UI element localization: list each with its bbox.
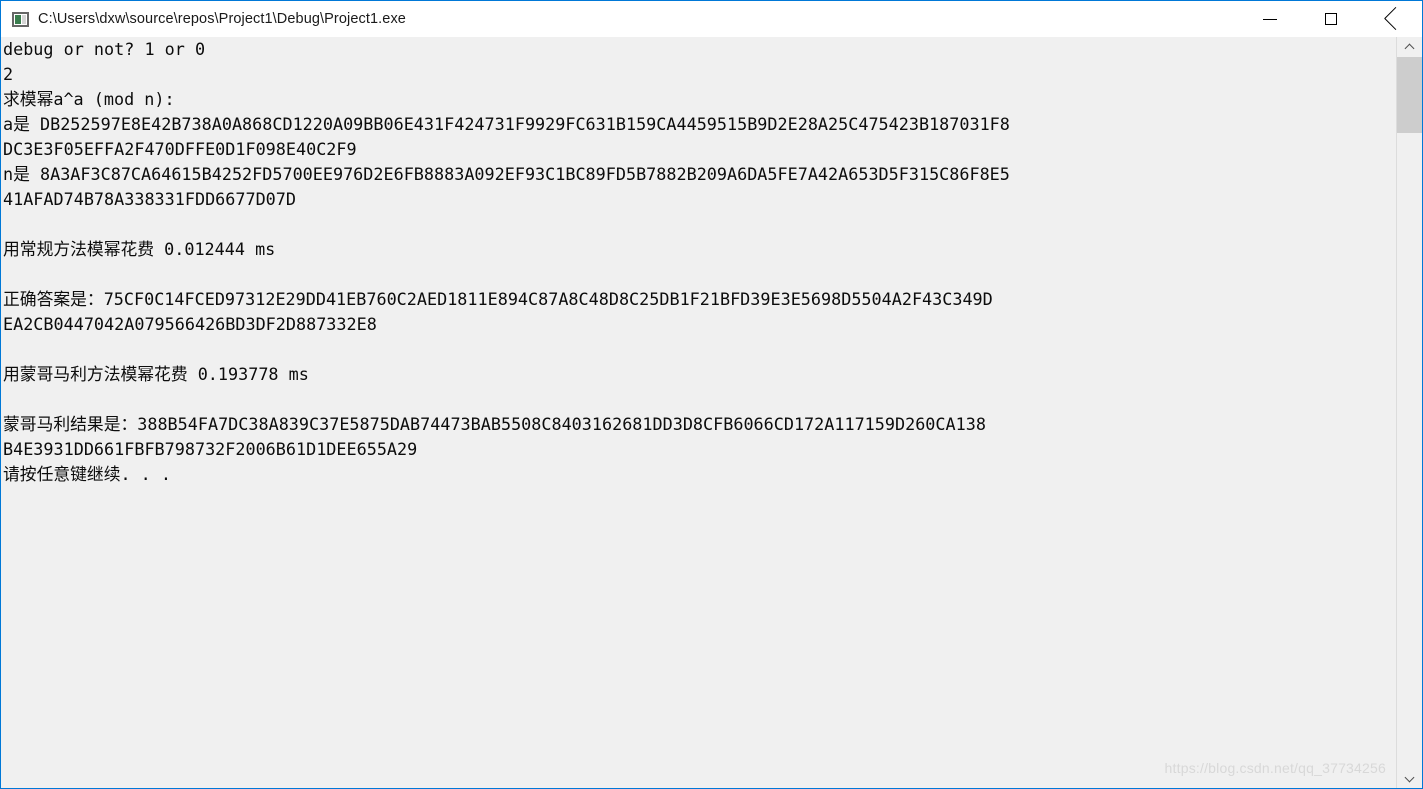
console-line: 2 [3,64,14,84]
maximize-button[interactable] [1300,1,1361,37]
console-area[interactable]: debug or not? 1 or 0 2 求模幂a^a (mod n): a是 D… [1,37,1422,788]
console-line: B4E3931DD661FBFB798732F2006B61D1DEE655A2… [3,439,418,459]
title-bar[interactable]: C:\Users\dxw\source\repos\Project1\Debug… [1,1,1422,37]
console-app-icon [12,11,29,27]
console-line: 正确答案是：75CF0C14FCED97312E29DD41EB760C2AED… [3,289,993,309]
console-line: DC3E3F05EFFA2F470DFFE0D1F098E40C2F9 [3,139,357,159]
console-output[interactable]: debug or not? 1 or 0 2 求模幂a^a (mod n): a是 D… [1,37,1396,788]
chevron-up-icon [1405,43,1414,52]
scroll-down-button[interactable] [1397,768,1422,788]
console-line: a是 DB252597E8E42B738A0A868CD1220A09BB06E… [3,114,1010,134]
chevron-down-icon [1405,774,1414,783]
minimize-icon [1262,18,1277,20]
window-title: C:\Users\dxw\source\repos\Project1\Debug… [38,11,406,27]
scrollbar-thumb[interactable] [1397,57,1422,133]
console-line: 请按任意键继续. . . [3,464,171,484]
console-line: n是 8A3AF3C87CA64615B4252FD5700EE976D2E6F… [3,164,1010,184]
window-controls [1239,1,1422,37]
console-line: 用蒙哥马利方法模幂花费 0.193778 ms [3,364,309,384]
console-line: EA2CB0447042A079566426BD3DF2D887332E8 [3,314,377,334]
maximize-icon [1324,13,1337,25]
minimize-button[interactable] [1239,1,1300,37]
console-line: 求模幂a^a (mod n): [3,89,175,109]
close-button[interactable] [1361,1,1422,37]
scroll-up-button[interactable] [1397,37,1422,57]
console-line: 41AFAD74B78A338331FDD6677D07D [3,189,296,209]
vertical-scrollbar[interactable] [1396,37,1422,788]
close-icon [1385,12,1399,26]
console-window: C:\Users\dxw\source\repos\Project1\Debug… [0,0,1423,789]
scrollbar-track[interactable] [1397,57,1422,768]
console-line: 蒙哥马利结果是：388B54FA7DC38A839C37E5875DAB7447… [3,414,986,434]
console-line: debug or not? 1 or 0 [3,39,206,59]
console-line: 用常规方法模幂花费 0.012444 ms [3,239,276,259]
